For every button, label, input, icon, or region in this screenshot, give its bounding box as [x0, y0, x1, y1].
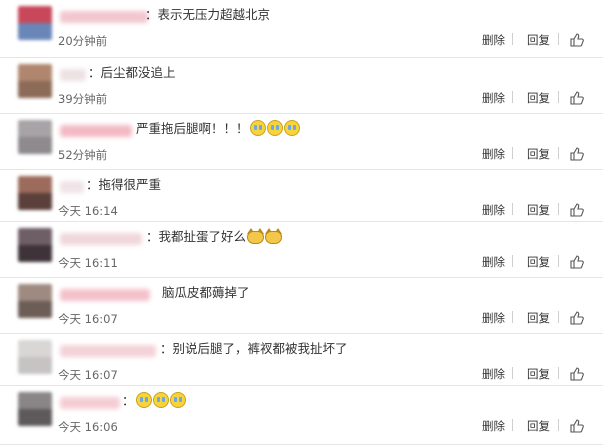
- comment-item: ：表示无压力超越北京 20分钟前 删除 回复: [0, 0, 603, 58]
- username-blurred[interactable]: [60, 289, 150, 301]
- like-thumb-icon[interactable]: [570, 202, 584, 217]
- crying-emoji-icon: [169, 392, 186, 408]
- divider: [558, 147, 559, 159]
- divider: [558, 255, 559, 267]
- comment-item: ： 今天 16:06 删除 回复: [0, 386, 603, 445]
- delete-button[interactable]: 删除: [482, 202, 505, 218]
- reply-button[interactable]: 回复: [527, 32, 550, 48]
- comment-time: 39分钟前: [58, 92, 108, 106]
- like-thumb-icon[interactable]: [570, 90, 584, 105]
- username-blurred[interactable]: [60, 69, 86, 81]
- delete-button[interactable]: 删除: [482, 32, 505, 48]
- avatar[interactable]: [18, 64, 52, 98]
- divider: [512, 147, 513, 159]
- cat-emoji-icon: [265, 228, 283, 244]
- delete-button[interactable]: 删除: [482, 310, 505, 326]
- crying-emoji-icon: [266, 120, 283, 136]
- comment-item: ：后尘都没追上 39分钟前 删除 回复: [0, 58, 603, 114]
- comment-body: 脑瓜皮都薅掉了: [162, 285, 250, 300]
- reply-button[interactable]: 回复: [527, 366, 550, 382]
- comment-item: ：我都扯蛋了好么今天 16:11 删除 回复: [0, 222, 603, 278]
- comment-body: ：拖得很严重: [86, 177, 162, 192]
- avatar[interactable]: [18, 392, 52, 426]
- avatar[interactable]: [18, 284, 52, 318]
- comment-body: ：后尘都没追上: [88, 65, 176, 80]
- comment-time: 今天 16:11: [58, 256, 118, 270]
- reply-button[interactable]: 回复: [527, 418, 550, 434]
- comment-item: 严重拖后腿啊！！！ 52分钟前 删除 回复: [0, 114, 603, 170]
- divider: [558, 367, 559, 379]
- like-thumb-icon[interactable]: [570, 366, 584, 381]
- reply-button[interactable]: 回复: [527, 254, 550, 270]
- comment-time: 今天 16:07: [58, 312, 118, 326]
- divider: [558, 33, 559, 45]
- avatar[interactable]: [18, 340, 52, 374]
- comment-text: ：后尘都没追上: [88, 64, 176, 82]
- comment-list: ：表示无压力超越北京 20分钟前 删除 回复 ：后尘都没追上 39分钟前 删除 回复 严重拖后腿…: [0, 0, 603, 445]
- comment-text: ：表示无压力超越北京: [145, 6, 270, 24]
- like-thumb-icon[interactable]: [570, 254, 584, 269]
- like-thumb-icon[interactable]: [570, 32, 584, 47]
- comment-time: 52分钟前: [58, 148, 108, 162]
- username-blurred[interactable]: [60, 397, 120, 409]
- crying-emoji-icon: [249, 120, 266, 136]
- delete-button[interactable]: 删除: [482, 366, 505, 382]
- like-thumb-icon[interactable]: [570, 146, 584, 161]
- crying-emoji-icon: [283, 120, 300, 136]
- delete-button[interactable]: 删除: [482, 254, 505, 270]
- delete-button[interactable]: 删除: [482, 146, 505, 162]
- divider: [512, 33, 513, 45]
- comment-body: ：: [122, 393, 135, 408]
- username-blurred[interactable]: [60, 181, 84, 193]
- crying-emoji-icon: [152, 392, 169, 408]
- divider: [512, 419, 513, 431]
- username-blurred[interactable]: [60, 11, 148, 23]
- divider: [512, 91, 513, 103]
- username-blurred[interactable]: [60, 345, 156, 357]
- comment-text: ：别说后腿了，裤衩都被我扯坏了: [160, 340, 348, 358]
- comment-time: 今天 16:07: [58, 368, 118, 382]
- divider: [558, 311, 559, 323]
- comment-item: ：别说后腿了，裤衩都被我扯坏了今天 16:07 删除 回复: [0, 334, 603, 386]
- cat-emoji-icon: [247, 228, 265, 244]
- avatar[interactable]: [18, 176, 52, 210]
- crying-emoji-icon: [135, 392, 152, 408]
- delete-button[interactable]: 删除: [482, 90, 505, 106]
- avatar[interactable]: [18, 228, 52, 262]
- comment-time: 20分钟前: [58, 34, 108, 48]
- comment-text: ：: [122, 392, 186, 410]
- comment-item: 脑瓜皮都薅掉了今天 16:07 删除 回复: [0, 278, 603, 334]
- divider: [512, 367, 513, 379]
- avatar[interactable]: [18, 6, 52, 40]
- reply-button[interactable]: 回复: [527, 90, 550, 106]
- avatar[interactable]: [18, 120, 52, 154]
- comment-time: 今天 16:06: [58, 420, 118, 434]
- comment-body: 严重拖后腿啊！！！: [136, 121, 249, 136]
- comment-body: ：我都扯蛋了好么: [146, 229, 247, 244]
- username-blurred[interactable]: [60, 233, 142, 245]
- delete-button[interactable]: 删除: [482, 418, 505, 434]
- divider: [558, 419, 559, 431]
- comment-text: 严重拖后腿啊！！！: [136, 120, 300, 138]
- like-thumb-icon[interactable]: [570, 418, 584, 433]
- divider: [558, 203, 559, 215]
- comment-time: 今天 16:14: [58, 204, 118, 218]
- comment-body: ：别说后腿了，裤衩都被我扯坏了: [160, 341, 348, 356]
- comment-body: ：表示无压力超越北京: [145, 7, 271, 22]
- username-blurred[interactable]: [60, 125, 132, 137]
- comment-text: ：我都扯蛋了好么: [146, 228, 283, 246]
- reply-button[interactable]: 回复: [527, 310, 550, 326]
- comment-text: 脑瓜皮都薅掉了: [162, 284, 250, 302]
- reply-button[interactable]: 回复: [527, 146, 550, 162]
- divider: [512, 255, 513, 267]
- comment-text: ：拖得很严重: [86, 176, 161, 194]
- divider: [558, 91, 559, 103]
- divider: [512, 203, 513, 215]
- like-thumb-icon[interactable]: [570, 310, 584, 325]
- reply-button[interactable]: 回复: [527, 202, 550, 218]
- divider: [512, 311, 513, 323]
- comment-item: ：拖得很严重今天 16:14 删除 回复: [0, 170, 603, 222]
